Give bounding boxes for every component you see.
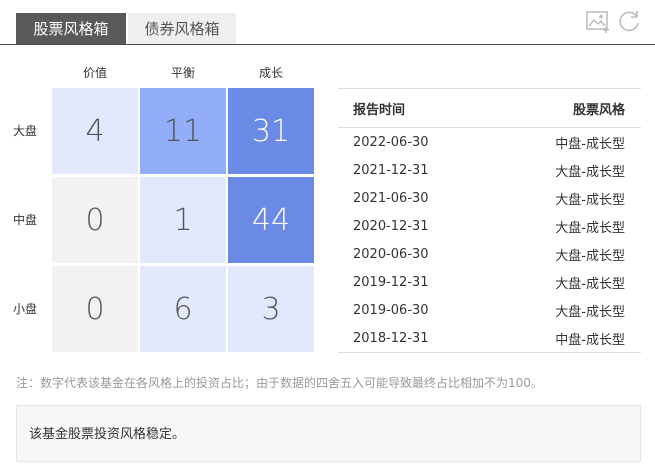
report-date: 2020-06-30 bbox=[353, 247, 429, 262]
table-row: 2021-12-31 大盘-成长型 bbox=[338, 156, 641, 184]
report-date: 2019-12-31 bbox=[353, 275, 429, 290]
stock-style: 大盘-成长型 bbox=[555, 217, 625, 236]
tab-bond-style-box[interactable]: 债券风格箱 bbox=[128, 13, 236, 45]
footnote: 注：数字代表该基金在各风格上的投资占比；由于数据的四舍五入可能导致最终占比相加不… bbox=[16, 374, 543, 391]
refresh-icon[interactable] bbox=[616, 8, 642, 34]
stock-style: 大盘-成长型 bbox=[555, 189, 625, 208]
report-date: 2021-12-31 bbox=[353, 163, 429, 178]
style-cell-mid-growth: 44 bbox=[228, 177, 314, 263]
table-row: 2018-12-31 中盘-成长型 bbox=[338, 324, 641, 352]
table-row: 2019-06-30 大盘-成长型 bbox=[338, 296, 641, 324]
image-export-icon[interactable] bbox=[585, 8, 611, 34]
table-row: 2019-12-31 大盘-成长型 bbox=[338, 268, 641, 296]
style-history-table: 报告时间 股票风格 2022-06-30 中盘-成长型 2021-12-31 大盘-… bbox=[338, 88, 641, 353]
stock-style: 大盘-成长型 bbox=[555, 161, 625, 180]
table-bottom-divider bbox=[338, 352, 641, 353]
style-cell-small-value: 0 bbox=[52, 266, 138, 352]
header-stock-style: 股票风格 bbox=[573, 99, 625, 118]
column-header-blend: 平衡 bbox=[140, 64, 226, 81]
report-date: 2019-06-30 bbox=[353, 303, 429, 318]
stock-style: 中盘-成长型 bbox=[555, 133, 625, 152]
table-row: 2022-06-30 中盘-成长型 bbox=[338, 128, 641, 156]
report-date: 2020-12-31 bbox=[353, 219, 429, 234]
style-cell-mid-value: 0 bbox=[52, 177, 138, 263]
tab-stock-style-box[interactable]: 股票风格箱 bbox=[16, 13, 126, 45]
stock-style: 大盘-成长型 bbox=[555, 301, 625, 320]
table-row: 2021-06-30 大盘-成长型 bbox=[338, 184, 641, 212]
column-header-value: 价值 bbox=[52, 64, 138, 81]
report-date: 2022-06-30 bbox=[353, 135, 429, 150]
row-header-mid-cap: 中盘 bbox=[0, 211, 50, 228]
stock-style: 大盘-成长型 bbox=[555, 245, 625, 264]
style-summary-text: 该基金股票投资风格稳定。 bbox=[29, 427, 185, 442]
style-cell-large-blend: 11 bbox=[140, 88, 226, 174]
style-cell-large-value: 4 bbox=[52, 88, 138, 174]
tab-bar-divider bbox=[0, 44, 655, 45]
style-cell-small-blend: 6 bbox=[140, 266, 226, 352]
style-cell-mid-blend: 1 bbox=[140, 177, 226, 263]
column-header-growth: 成长 bbox=[228, 64, 314, 81]
style-cell-large-growth: 31 bbox=[228, 88, 314, 174]
tab-bar: 股票风格箱 债券风格箱 bbox=[0, 0, 655, 46]
row-header-large-cap: 大盘 bbox=[0, 122, 50, 139]
report-date: 2021-06-30 bbox=[353, 191, 429, 206]
report-date: 2018-12-31 bbox=[353, 331, 429, 346]
style-cell-small-growth: 3 bbox=[228, 266, 314, 352]
table-row: 2020-06-30 大盘-成长型 bbox=[338, 240, 641, 268]
stock-style: 中盘-成长型 bbox=[555, 329, 625, 348]
style-summary-box: 该基金股票投资风格稳定。 bbox=[16, 405, 641, 462]
table-row: 2020-12-31 大盘-成长型 bbox=[338, 212, 641, 240]
table-header: 报告时间 股票风格 bbox=[338, 88, 641, 128]
row-header-small-cap: 小盘 bbox=[0, 300, 50, 317]
stock-style: 大盘-成长型 bbox=[555, 273, 625, 292]
header-report-date: 报告时间 bbox=[353, 99, 405, 118]
